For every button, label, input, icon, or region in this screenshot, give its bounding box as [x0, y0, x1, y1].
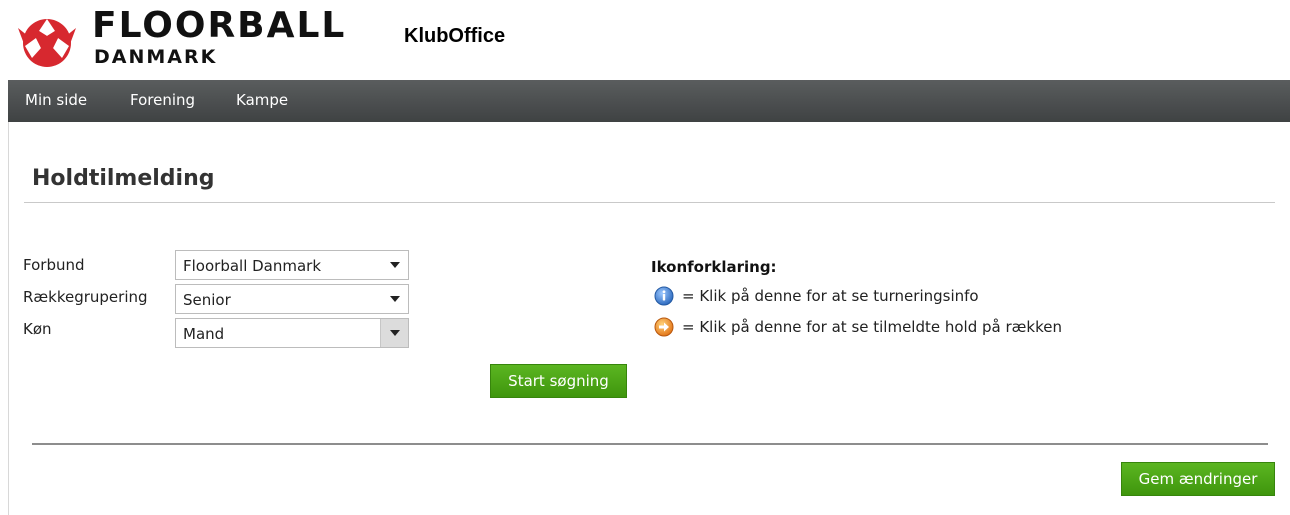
koen-label: Køn — [23, 320, 52, 338]
legend-arrow-row: = Klik på denne for at se tilmeldte hold… — [654, 316, 1062, 338]
raekkegrupering-select[interactable]: Senior — [175, 284, 409, 314]
chevron-down-icon[interactable] — [380, 319, 408, 347]
nav-item-forening[interactable]: Forening — [130, 80, 195, 120]
main-nav: Min side Forening Kampe — [8, 80, 1290, 122]
legend-info-row: = Klik på denne for at se turneringsinfo — [654, 285, 979, 307]
chevron-down-icon[interactable] — [381, 285, 408, 313]
brand-name: FLOORBALL — [92, 5, 347, 46]
legend-info-text: = Klik på denne for at se turneringsinfo — [682, 287, 979, 305]
brand-subtitle: DANMARK — [94, 46, 218, 68]
raekkegrupering-value: Senior — [183, 291, 231, 309]
bottom-divider — [32, 443, 1268, 445]
header: FLOORBALL DANMARK KlubOffice — [0, 0, 1290, 80]
arrow-right-circle-icon — [654, 317, 674, 337]
page: FLOORBALL DANMARK KlubOffice Min side Fo… — [0, 0, 1290, 515]
forbund-select[interactable]: Floorball Danmark — [175, 250, 409, 280]
floorball-logo-icon[interactable] — [14, 8, 80, 74]
content-left-border — [8, 122, 9, 515]
save-changes-button[interactable]: Gem ændringer — [1121, 462, 1275, 496]
forbund-label: Forbund — [23, 256, 85, 274]
page-title: Holdtilmelding — [32, 166, 215, 191]
nav-item-min-side[interactable]: Min side — [25, 80, 87, 120]
legend-arrow-text: = Klik på denne for at se tilmeldte hold… — [682, 318, 1062, 336]
nav-item-kampe[interactable]: Kampe — [236, 80, 288, 120]
forbund-value: Floorball Danmark — [183, 257, 322, 275]
title-divider — [24, 202, 1275, 203]
raekkegrupering-label: Rækkegrupering — [23, 288, 148, 306]
start-search-button[interactable]: Start søgning — [490, 364, 627, 398]
koen-value: Mand — [183, 325, 225, 343]
chevron-down-icon[interactable] — [381, 251, 408, 279]
koen-select[interactable]: Mand — [175, 318, 409, 348]
app-name: KlubOffice — [404, 25, 506, 47]
legend-title: Ikonforklaring: — [651, 258, 777, 276]
info-icon — [654, 286, 674, 306]
